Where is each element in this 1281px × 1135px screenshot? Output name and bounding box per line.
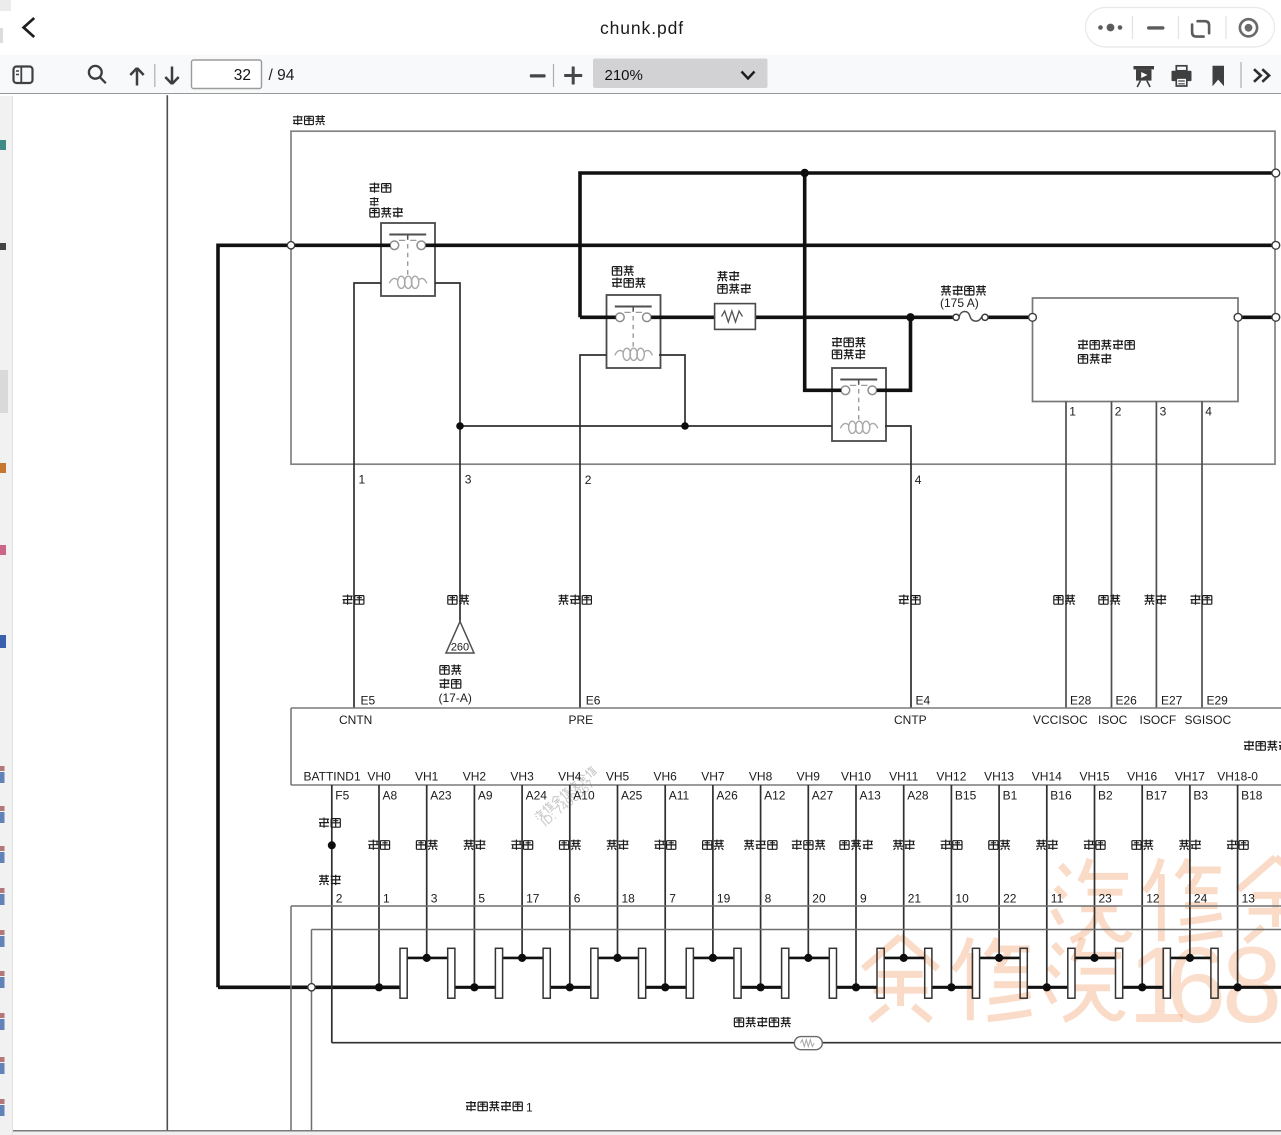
svg-text:ISOCF: ISOCF bbox=[1140, 713, 1177, 727]
svg-text:A28: A28 bbox=[907, 789, 929, 803]
svg-text:9: 9 bbox=[860, 892, 867, 906]
svg-text:2: 2 bbox=[336, 892, 343, 906]
svg-text:E27: E27 bbox=[1161, 694, 1183, 708]
svg-text:(175 A): (175 A) bbox=[940, 296, 979, 310]
svg-text:2: 2 bbox=[1115, 405, 1122, 419]
svg-text:18: 18 bbox=[622, 892, 636, 906]
svg-text:8: 8 bbox=[765, 892, 772, 906]
svg-text:VH15: VH15 bbox=[1079, 770, 1109, 784]
svg-text:17: 17 bbox=[526, 892, 540, 906]
svg-text:ISOC: ISOC bbox=[1098, 713, 1128, 727]
svg-text:VH2: VH2 bbox=[463, 770, 487, 784]
svg-text:VH16: VH16 bbox=[1127, 770, 1157, 784]
svg-text:VH12: VH12 bbox=[936, 770, 966, 784]
svg-text:VH9: VH9 bbox=[797, 770, 821, 784]
svg-text:A8: A8 bbox=[383, 789, 398, 803]
svg-text:VH5: VH5 bbox=[606, 770, 630, 784]
svg-text:B1: B1 bbox=[1003, 789, 1018, 803]
svg-text:A11: A11 bbox=[669, 789, 690, 803]
svg-text:1: 1 bbox=[383, 892, 390, 906]
svg-text:10: 10 bbox=[955, 892, 969, 906]
svg-text:6: 6 bbox=[574, 892, 581, 906]
svg-text:VH7: VH7 bbox=[701, 770, 725, 784]
svg-text:VH4: VH4 bbox=[558, 770, 582, 784]
svg-text:A12: A12 bbox=[764, 789, 786, 803]
svg-text:VH18-0: VH18-0 bbox=[1217, 770, 1258, 784]
svg-text:4: 4 bbox=[1205, 405, 1212, 419]
svg-text:20: 20 bbox=[812, 892, 826, 906]
svg-text:1: 1 bbox=[359, 473, 366, 487]
svg-text:E29: E29 bbox=[1207, 694, 1229, 708]
svg-text:260: 260 bbox=[451, 642, 469, 654]
svg-text:1: 1 bbox=[1069, 405, 1076, 419]
svg-text:B3: B3 bbox=[1193, 789, 1208, 803]
svg-text:A26: A26 bbox=[716, 789, 738, 803]
svg-text:13: 13 bbox=[1242, 892, 1256, 906]
svg-text:A24: A24 bbox=[526, 789, 548, 803]
svg-text:E5: E5 bbox=[361, 694, 376, 708]
svg-text:E4: E4 bbox=[916, 694, 931, 708]
svg-text:23: 23 bbox=[1099, 892, 1113, 906]
svg-text:1: 1 bbox=[526, 1101, 533, 1115]
svg-text:5: 5 bbox=[478, 892, 485, 906]
svg-text:E28: E28 bbox=[1070, 694, 1092, 708]
svg-text:A9: A9 bbox=[478, 789, 493, 803]
svg-text:7: 7 bbox=[669, 892, 676, 906]
svg-text:chunk.pdf: chunk.pdf bbox=[600, 18, 684, 38]
svg-text:3: 3 bbox=[465, 473, 472, 487]
svg-text:VCCISOC: VCCISOC bbox=[1033, 713, 1088, 727]
svg-text:210%: 210% bbox=[605, 67, 643, 84]
svg-text:21: 21 bbox=[908, 892, 922, 906]
svg-text:(17-A): (17-A) bbox=[439, 691, 472, 705]
svg-text:19: 19 bbox=[717, 892, 731, 906]
svg-text:VH14: VH14 bbox=[1032, 770, 1062, 784]
svg-text:BATTIND1: BATTIND1 bbox=[304, 770, 361, 784]
svg-text:3: 3 bbox=[1160, 405, 1167, 419]
svg-text:3: 3 bbox=[431, 892, 438, 906]
svg-text:VH1: VH1 bbox=[415, 770, 439, 784]
svg-text:22: 22 bbox=[1003, 892, 1017, 906]
svg-text:VH13: VH13 bbox=[984, 770, 1014, 784]
svg-text:4: 4 bbox=[915, 473, 922, 487]
svg-text:VH8: VH8 bbox=[749, 770, 773, 784]
svg-text:6: 6 bbox=[1166, 924, 1226, 1045]
svg-text:2: 2 bbox=[585, 473, 592, 487]
svg-text:CNTP: CNTP bbox=[894, 713, 927, 727]
svg-text:B2: B2 bbox=[1098, 789, 1113, 803]
svg-text:PRE: PRE bbox=[569, 713, 594, 727]
svg-text:24: 24 bbox=[1194, 892, 1208, 906]
svg-text:A25: A25 bbox=[621, 789, 643, 803]
svg-text:11: 11 bbox=[1051, 892, 1064, 906]
svg-text:32: 32 bbox=[234, 67, 251, 84]
svg-text:VH11: VH11 bbox=[889, 770, 918, 784]
svg-text:VH3: VH3 bbox=[510, 770, 534, 784]
svg-text:12: 12 bbox=[1146, 892, 1160, 906]
svg-text:VH17: VH17 bbox=[1175, 770, 1205, 784]
svg-text:E26: E26 bbox=[1116, 694, 1138, 708]
svg-text:A27: A27 bbox=[812, 789, 834, 803]
svg-text:VH0: VH0 bbox=[367, 770, 391, 784]
svg-text:A13: A13 bbox=[860, 789, 882, 803]
svg-text:A10: A10 bbox=[573, 789, 595, 803]
svg-text:E6: E6 bbox=[586, 694, 601, 708]
svg-text:B16: B16 bbox=[1050, 789, 1072, 803]
svg-text:B18: B18 bbox=[1241, 789, 1263, 803]
svg-text:F5: F5 bbox=[335, 789, 349, 803]
svg-text:B15: B15 bbox=[955, 789, 977, 803]
svg-text:A23: A23 bbox=[430, 789, 452, 803]
svg-text:/ 94: / 94 bbox=[269, 67, 295, 84]
svg-text:VH10: VH10 bbox=[841, 770, 871, 784]
svg-text:VH6: VH6 bbox=[654, 770, 678, 784]
svg-text:SGISOC: SGISOC bbox=[1185, 713, 1232, 727]
svg-text:8: 8 bbox=[1222, 924, 1281, 1045]
svg-text:B17: B17 bbox=[1146, 789, 1168, 803]
svg-text:CNTN: CNTN bbox=[339, 713, 372, 727]
